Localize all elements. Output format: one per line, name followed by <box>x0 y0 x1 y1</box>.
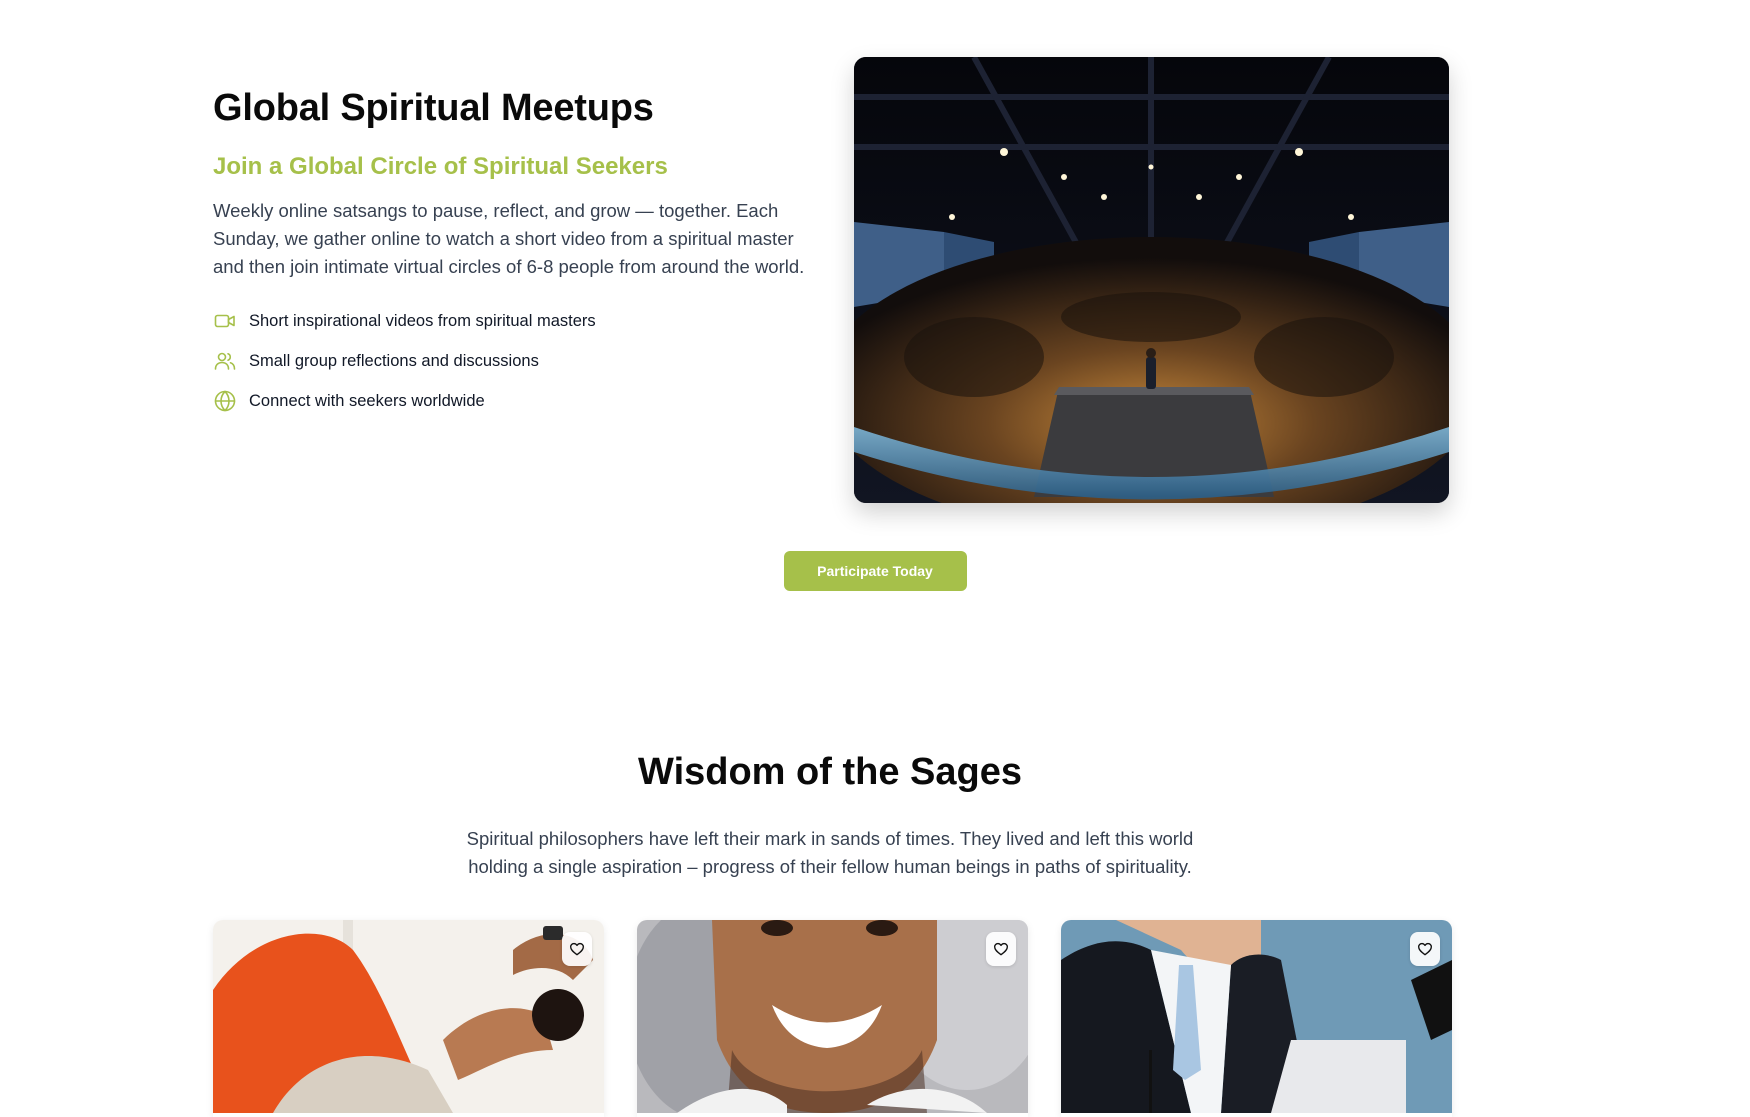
participate-today-button[interactable]: Participate Today <box>783 551 967 591</box>
meetups-description: Weekly online satsangs to pause, reflect… <box>213 200 805 277</box>
favorite-button[interactable] <box>562 932 592 966</box>
heart-icon <box>994 942 1008 956</box>
woman-exercising-photo <box>213 920 604 1113</box>
feature-item-videos: Short inspirational videos from spiritua… <box>213 301 809 341</box>
feature-item-worldwide: Connect with seekers worldwide <box>213 381 809 421</box>
sage-card[interactable] <box>213 920 604 1117</box>
meetups-title: Global Spiritual Meetups <box>213 87 654 129</box>
sages-description: Spiritual philosophers have left their m… <box>466 828 1194 877</box>
feature-label: Connect with seekers worldwide <box>249 391 485 410</box>
heart-icon <box>570 942 584 956</box>
video-icon <box>213 309 237 333</box>
heart-icon <box>1418 942 1432 956</box>
feature-list: Short inspirational videos from spiritua… <box>213 301 809 421</box>
users-icon <box>213 349 237 373</box>
sage-card[interactable] <box>1061 920 1452 1117</box>
meetups-section: Global Spiritual Meetups Join a Global C… <box>213 57 1449 503</box>
feature-label: Small group reflections and discussions <box>249 351 539 370</box>
favorite-button[interactable] <box>1410 932 1440 966</box>
meetups-subtitle: Join a Global Circle of Spiritual Seeker… <box>213 153 668 180</box>
cta-container: Participate Today <box>0 551 1750 591</box>
sage-cards <box>213 920 1452 1117</box>
favorite-button[interactable] <box>986 932 1016 966</box>
sage-card[interactable] <box>637 920 1028 1117</box>
sages-section-header: Wisdom of the Sages Spiritual philosophe… <box>0 745 1660 881</box>
feature-label: Short inspirational videos from spiritua… <box>249 311 596 330</box>
auditorium-image <box>854 57 1449 503</box>
globe-icon <box>213 389 237 413</box>
man-in-suit-photo <box>1061 920 1452 1113</box>
meetups-text-column: Global Spiritual Meetups Join a Global C… <box>213 57 809 421</box>
sages-title: Wisdom of the Sages <box>638 751 1022 793</box>
feature-item-groups: Small group reflections and discussions <box>213 341 809 381</box>
smiling-man-photo <box>637 920 1028 1113</box>
